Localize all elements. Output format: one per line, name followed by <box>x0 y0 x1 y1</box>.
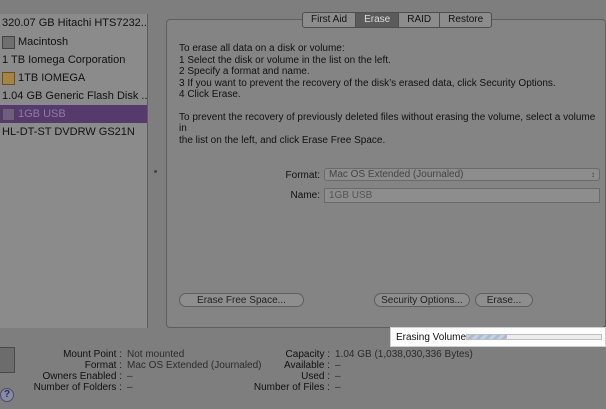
format-label: Format: <box>285 170 320 181</box>
erase-button[interactable]: Erase... <box>475 293 533 307</box>
info-label: Mount Point : <box>63 349 122 360</box>
name-label: Name: <box>290 190 320 201</box>
volume-item-1gb-usb[interactable]: 1GB USB <box>0 105 147 123</box>
instruction-line: the list on the left, and click Erase Fr… <box>179 134 386 146</box>
instruction-line: To prevent the recovery of previously de… <box>179 111 596 135</box>
info-label: Owners Enabled : <box>42 371 123 382</box>
instruction-line: To erase all data on a disk or volume: <box>179 43 345 54</box>
instruction-line: 3 If you want to prevent the recovery of… <box>179 77 556 89</box>
erase-progress-bar <box>466 334 602 340</box>
instruction-line: 2 Specify a format and name. <box>179 66 310 77</box>
erase-progress-fill <box>467 335 508 339</box>
disk-item-label: HL-DT-ST DVDRW GS21N <box>2 126 135 138</box>
splitter-handle[interactable] <box>154 170 157 173</box>
erasing-progress-popup: Erasing Volume <box>390 327 606 347</box>
tab-erase[interactable]: Erase <box>356 13 400 27</box>
tab-restore[interactable]: Restore <box>440 13 491 27</box>
erase-instructions: To erase all data on a disk or volume: 1… <box>179 43 599 146</box>
erasing-volume-label: Erasing Volume <box>396 332 467 343</box>
disk-item-label: 320.07 GB Hitachi HTS7232... <box>2 17 147 29</box>
info-label: Number of Files : <box>253 382 330 393</box>
info-value: – <box>127 382 133 393</box>
info-label: Number of Folders : <box>33 382 122 393</box>
info-value: – <box>335 371 341 382</box>
info-label: Used : <box>301 371 330 382</box>
instruction-line: 4 Click Erase. <box>179 89 241 100</box>
info-value: 1.04 GB (1,038,030,336 Bytes) <box>335 349 473 360</box>
usb-drive-icon <box>2 107 15 121</box>
disk-item-dvdrw[interactable]: HL-DT-ST DVDRW GS21N <box>0 123 147 141</box>
disk-list-sidebar[interactable]: 320.07 GB Hitachi HTS7232... Macintosh 1… <box>0 14 148 328</box>
info-value: – <box>335 360 341 371</box>
disk-item-label: 1GB USB <box>18 108 66 120</box>
disk-item-label: 1 TB Iomega Corporation <box>2 54 126 66</box>
info-label: Capacity : <box>285 349 330 360</box>
disk-item-label: Macintosh <box>18 36 69 48</box>
erase-free-space-button[interactable]: Erase Free Space... <box>179 293 304 307</box>
instruction-line: 1 Select the disk or volume in the list … <box>179 54 391 66</box>
info-label: Available : <box>284 360 330 371</box>
info-value: – <box>127 371 133 382</box>
format-select[interactable]: Mac OS Extended (Journaled) ↕ <box>324 168 600 181</box>
tab-bar: First Aid Erase RAID Restore <box>302 12 493 28</box>
external-drive-icon <box>2 71 15 85</box>
format-select-value: Mac OS Extended (Journaled) <box>329 169 464 180</box>
info-label: Format : <box>84 360 122 371</box>
tab-raid[interactable]: RAID <box>399 13 441 27</box>
security-options-button[interactable]: Security Options... <box>374 293 470 307</box>
disk-item-generic-flash[interactable]: 1.04 GB Generic Flash Disk ... <box>0 87 147 105</box>
hard-drive-icon <box>2 35 15 49</box>
volume-item-macintosh[interactable]: Macintosh <box>0 33 147 51</box>
disk-item-label: 1TB IOMEGA <box>18 72 86 84</box>
disk-item-label: 1.04 GB Generic Flash Disk ... <box>2 90 147 102</box>
info-value: – <box>335 382 341 393</box>
select-arrows-icon: ↕ <box>591 170 595 179</box>
volume-item-1tb-iomega[interactable]: 1TB IOMEGA <box>0 69 147 87</box>
disk-item-hitachi[interactable]: 320.07 GB Hitachi HTS7232... <box>0 14 147 32</box>
volume-name-field[interactable]: 1GB USB <box>324 188 600 203</box>
disk-item-iomega[interactable]: 1 TB Iomega Corporation <box>0 51 147 69</box>
info-value: Not mounted <box>127 349 185 360</box>
tab-first-aid[interactable]: First Aid <box>303 13 357 27</box>
